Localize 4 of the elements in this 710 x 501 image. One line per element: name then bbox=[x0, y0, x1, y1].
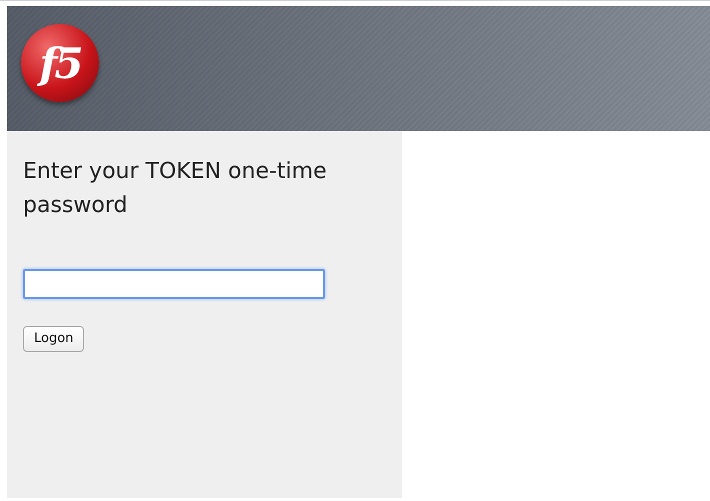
logon-button[interactable]: Logon bbox=[23, 326, 84, 352]
password-field[interactable] bbox=[23, 269, 325, 299]
logo: f5 bbox=[21, 24, 99, 102]
prompt-text: Enter your TOKEN one-time password bbox=[23, 158, 328, 220]
